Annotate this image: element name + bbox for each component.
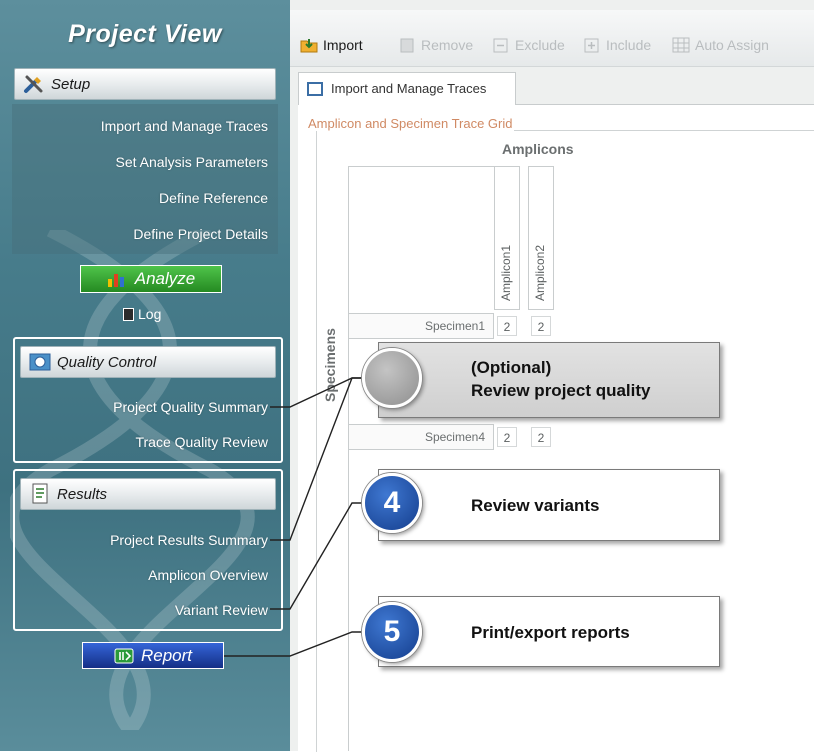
project-view-sidebar: Project View Setup Import and Manage Tra… bbox=[0, 0, 290, 751]
nav-variant-review[interactable]: Variant Review bbox=[175, 602, 268, 618]
toolbar: Import Remove Exclude Include Auto Assig… bbox=[290, 10, 814, 67]
trace-count-cell[interactable]: 2 bbox=[531, 427, 551, 447]
callout-print-export: Print/export reports bbox=[378, 596, 720, 667]
callout-optional-quality: (Optional) Review project quality bbox=[378, 342, 720, 418]
nav-import-traces[interactable]: Import and Manage Traces bbox=[101, 118, 268, 134]
analyze-button[interactable]: Analyze bbox=[80, 265, 222, 293]
log-label: Log bbox=[138, 306, 162, 322]
specimen-row[interactable]: Specimen4 bbox=[348, 424, 494, 450]
amplicon-label: Amplicon1 bbox=[499, 244, 513, 301]
amplicons-header: Amplicons bbox=[502, 141, 574, 157]
nav-trace-quality-review[interactable]: Trace Quality Review bbox=[135, 434, 268, 450]
document-icon bbox=[32, 483, 48, 504]
tab-label: Import and Manage Traces bbox=[331, 81, 487, 96]
quality-icon bbox=[29, 353, 51, 371]
callout-review-variants: Review variants bbox=[378, 469, 720, 541]
results-header[interactable]: Results bbox=[20, 478, 276, 510]
auto-assign-label: Auto Assign bbox=[695, 37, 769, 53]
nav-define-reference[interactable]: Define Reference bbox=[159, 190, 268, 206]
grid-icon bbox=[672, 37, 690, 53]
project-view-title: Project View bbox=[68, 20, 222, 48]
callout-optional-line1: (Optional) bbox=[471, 358, 552, 377]
quality-control-header[interactable]: Quality Control bbox=[20, 346, 276, 378]
grid-line bbox=[348, 166, 349, 751]
specimen-label: Specimen4 bbox=[424, 430, 485, 444]
quality-control-label: Quality Control bbox=[57, 354, 157, 371]
remove-button[interactable]: Remove bbox=[398, 37, 473, 53]
amplicon-column[interactable]: Amplicon2 bbox=[528, 166, 554, 310]
nav-project-details[interactable]: Define Project Details bbox=[133, 226, 268, 242]
nav-analysis-parameters[interactable]: Set Analysis Parameters bbox=[115, 154, 268, 170]
trace-count-cell[interactable]: 2 bbox=[497, 427, 517, 447]
include-button[interactable]: Include bbox=[583, 37, 651, 53]
analyze-label: Analyze bbox=[134, 269, 196, 288]
bar-chart-icon bbox=[107, 274, 124, 287]
callout-step4-text: Review variants bbox=[471, 496, 600, 515]
results-label: Results bbox=[57, 486, 108, 503]
window-icon bbox=[307, 82, 323, 96]
callout-step5-text: Print/export reports bbox=[471, 623, 630, 642]
import-icon bbox=[300, 39, 318, 53]
step-5-badge: 5 bbox=[362, 602, 422, 662]
step-4-badge: 4 bbox=[362, 473, 422, 533]
exclude-label: Exclude bbox=[515, 37, 565, 53]
remove-label: Remove bbox=[421, 37, 474, 53]
include-label: Include bbox=[606, 37, 652, 53]
grid-line bbox=[348, 166, 494, 167]
specimen-row[interactable]: Specimen1 bbox=[348, 313, 494, 339]
optional-step-badge bbox=[362, 348, 422, 408]
trace-count-cell[interactable]: 2 bbox=[497, 316, 517, 336]
setup-header[interactable]: Setup bbox=[14, 68, 276, 100]
specimens-header: Specimens bbox=[322, 328, 338, 402]
step-5-number: 5 bbox=[383, 615, 401, 648]
minus-box-icon bbox=[493, 38, 508, 53]
tab-import-traces[interactable]: Import and Manage Traces bbox=[298, 72, 516, 105]
trace-count-cell[interactable]: 2 bbox=[531, 316, 551, 336]
step-4-number: 4 bbox=[383, 486, 401, 519]
exclude-button[interactable]: Exclude bbox=[492, 37, 565, 53]
callout-optional-line2: Review project quality bbox=[471, 381, 651, 400]
import-button[interactable]: Import bbox=[300, 37, 363, 53]
amplicon-column[interactable]: Amplicon1 bbox=[494, 166, 520, 310]
nav-amplicon-overview[interactable]: Amplicon Overview bbox=[148, 567, 268, 583]
specimen-label: Specimen1 bbox=[424, 319, 485, 333]
import-label: Import bbox=[323, 37, 363, 53]
log-icon bbox=[123, 308, 134, 321]
nav-project-quality-summary[interactable]: Project Quality Summary bbox=[113, 399, 268, 415]
wrench-icon bbox=[24, 75, 43, 93]
setup-header-label: Setup bbox=[51, 76, 91, 93]
nav-project-results-summary[interactable]: Project Results Summary bbox=[110, 532, 268, 548]
amplicon-label: Amplicon2 bbox=[533, 244, 547, 301]
log-link[interactable]: Log bbox=[123, 306, 161, 322]
report-label: Report bbox=[140, 645, 193, 665]
report-button[interactable]: Report bbox=[82, 642, 224, 669]
report-icon bbox=[114, 648, 134, 663]
remove-icon bbox=[400, 38, 414, 53]
plus-box-icon bbox=[584, 38, 599, 53]
trace-grid-legend: Amplicon and Specimen Trace Grid bbox=[306, 116, 515, 131]
auto-assign-button[interactable]: Auto Assign bbox=[672, 37, 769, 53]
